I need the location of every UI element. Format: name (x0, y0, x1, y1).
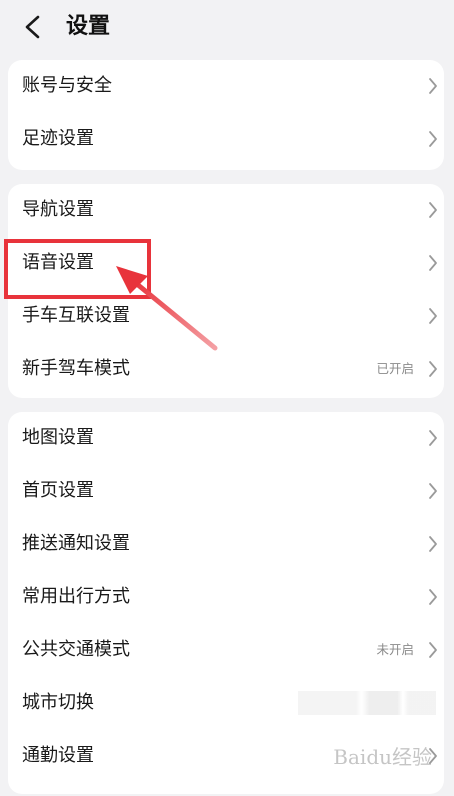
watermark: Baidu经验 (333, 745, 432, 769)
pointer-arrow-icon (116, 266, 218, 351)
chevron-right-icon (429, 642, 437, 658)
chevron-right-icon (429, 255, 437, 271)
status-value: 已开启 (376, 361, 414, 376)
settings-item-label: 城市切换 (22, 692, 94, 713)
settings-item-label: 新手驾车模式 (22, 358, 130, 379)
settings-item-label: 推送通知设置 (22, 533, 130, 554)
settings-group-account: 账号与安全 足迹设置 (8, 60, 444, 170)
chevron-right-icon (429, 589, 437, 605)
chevron-right-icon (429, 202, 437, 218)
settings-item-label: 常用出行方式 (22, 586, 130, 607)
settings-item-label: 账号与安全 (22, 75, 112, 96)
header-bar: 设置 (0, 0, 454, 52)
chevron-right-icon (429, 131, 437, 147)
settings-item-footprint[interactable]: 足迹设置 (8, 113, 444, 166)
blurred-city-value (298, 691, 436, 715)
chevron-right-icon (429, 308, 437, 324)
settings-item-navigation[interactable]: 导航设置 (8, 184, 444, 237)
chevron-right-icon (429, 536, 437, 552)
status-value: 未开启 (376, 642, 414, 657)
chevron-left-icon[interactable] (22, 14, 44, 40)
settings-group-general: 地图设置 首页设置 推送通知设置 常用出行方式 公共交通模式 未开启 城市切换 … (8, 412, 444, 794)
chevron-right-icon (429, 430, 437, 446)
settings-item-label: 导航设置 (22, 199, 94, 220)
chevron-right-icon (429, 483, 437, 499)
settings-item-public-transit[interactable]: 公共交通模式 未开启 (8, 624, 444, 677)
settings-item-homepage[interactable]: 首页设置 (8, 465, 444, 518)
settings-item-label: 首页设置 (22, 480, 94, 501)
settings-item-travel-mode[interactable]: 常用出行方式 (8, 571, 444, 624)
settings-item-label: 通勤设置 (22, 745, 94, 766)
settings-item-map[interactable]: 地图设置 (8, 412, 444, 465)
page-title: 设置 (66, 14, 111, 39)
settings-item-account-security[interactable]: 账号与安全 (8, 60, 444, 113)
settings-item-label: 公共交通模式 (22, 639, 130, 660)
chevron-right-icon (429, 78, 437, 94)
settings-item-label: 足迹设置 (22, 128, 94, 149)
settings-item-city-switch[interactable]: 城市切换 (8, 677, 444, 730)
settings-item-label: 地图设置 (22, 427, 94, 448)
settings-item-push-notifications[interactable]: 推送通知设置 (8, 518, 444, 571)
chevron-right-icon (429, 361, 437, 377)
